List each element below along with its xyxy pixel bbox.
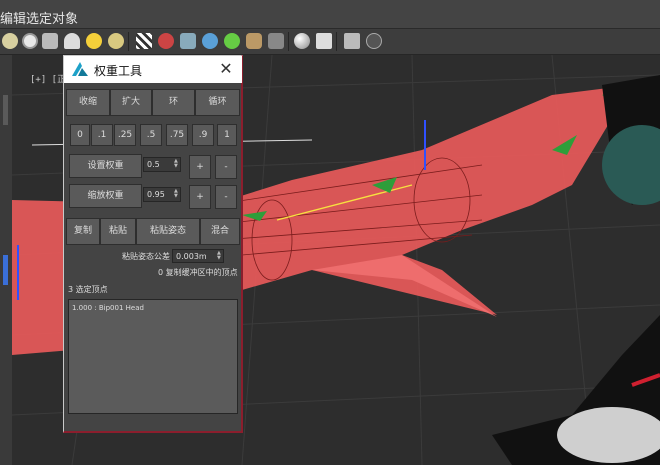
- paste-pose-button[interactable]: 粘贴姿态: [136, 218, 200, 245]
- copy-buffer-status: 0 复制缓冲区中的顶点: [158, 268, 238, 277]
- spinner-arrows-icon[interactable]: ▲ ▼: [217, 251, 222, 261]
- paste-tolerance-label: 粘贴姿态公差: [122, 252, 170, 261]
- scale-weight-spinner[interactable]: 0.95 ▲ ▼: [143, 187, 181, 202]
- cloud-icon[interactable]: [42, 33, 58, 49]
- scale-weight-button[interactable]: 缩放权重: [69, 184, 142, 208]
- left-command-strip: [0, 55, 12, 465]
- close-icon[interactable]: ✕: [216, 58, 236, 80]
- set-weight-button[interactable]: 设置权重: [69, 154, 142, 178]
- sun-icon[interactable]: [86, 33, 102, 49]
- main-toolbar: [0, 29, 660, 55]
- render-icon[interactable]: [180, 33, 196, 49]
- set-weight-plus-button[interactable]: +: [189, 155, 211, 179]
- strip-marker: [3, 255, 8, 285]
- teapot-icon[interactable]: [2, 33, 18, 49]
- app-logo-icon: [72, 62, 88, 76]
- help-icon[interactable]: [366, 33, 382, 49]
- grow-button[interactable]: 扩大: [110, 89, 152, 116]
- ring-button[interactable]: 环: [152, 89, 195, 116]
- checker-icon[interactable]: [136, 33, 152, 49]
- scale-weight-value: 0.95: [147, 190, 165, 199]
- sphere-icon[interactable]: [22, 33, 38, 49]
- toolbar-separator: [288, 32, 289, 51]
- cone-icon[interactable]: [64, 33, 80, 49]
- toolbar-separator: [128, 32, 129, 51]
- gear-icon[interactable]: [202, 33, 218, 49]
- set-weight-value: 0.5: [147, 160, 160, 169]
- shrink-button[interactable]: 收缩: [66, 89, 110, 116]
- set-weight-spinner[interactable]: 0.5 ▲ ▼: [143, 157, 181, 172]
- set-weight-minus-button[interactable]: -: [215, 155, 237, 179]
- menu-title[interactable]: 编辑选定对象: [0, 8, 78, 27]
- hair-icon[interactable]: [246, 33, 262, 49]
- spinner-arrows-icon[interactable]: ▲ ▼: [174, 189, 179, 199]
- light-icon[interactable]: [108, 33, 124, 49]
- selected-vertices-count: 3 选定顶点: [68, 285, 108, 294]
- plant-icon[interactable]: [224, 33, 240, 49]
- preset-0-button[interactable]: 0: [70, 124, 90, 146]
- preset-01-button[interactable]: .1: [91, 124, 113, 146]
- layers-icon[interactable]: [344, 33, 360, 49]
- loop-button[interactable]: 循环: [195, 89, 240, 116]
- paint-icon[interactable]: [158, 33, 174, 49]
- dialog-title: 权重工具: [94, 64, 143, 78]
- spinner-arrows-icon[interactable]: ▲ ▼: [174, 159, 179, 169]
- grid-icon[interactable]: [268, 33, 284, 49]
- copy-button[interactable]: 复制: [66, 218, 100, 245]
- weight-tool-dialog: 权重工具 ✕ 收缩 扩大 环 循环 0 .1 .25 .5 .75 .9 1 设…: [63, 55, 243, 433]
- strip-marker: [3, 95, 8, 125]
- material-sphere-icon[interactable]: [294, 33, 310, 49]
- scale-weight-minus-button[interactable]: -: [215, 185, 237, 209]
- paste-button[interactable]: 粘贴: [100, 218, 136, 245]
- menubar: 编辑选定对象: [0, 0, 660, 29]
- paste-tolerance-spinner[interactable]: 0.003m ▲ ▼: [172, 249, 224, 263]
- preset-025-button[interactable]: .25: [114, 124, 136, 146]
- dialog-titlebar[interactable]: 权重工具 ✕: [64, 56, 242, 83]
- preset-05-button[interactable]: .5: [140, 124, 162, 146]
- preset-1-button[interactable]: 1: [217, 124, 237, 146]
- list-icon[interactable]: [316, 33, 332, 49]
- preset-075-button[interactable]: .75: [166, 124, 188, 146]
- list-item[interactable]: 1.000 : Bip001 Head: [72, 304, 144, 312]
- preset-09-button[interactable]: .9: [192, 124, 214, 146]
- blend-button[interactable]: 混合: [200, 218, 240, 245]
- paste-tolerance-value: 0.003m: [176, 252, 207, 261]
- toolbar-separator: [336, 32, 337, 51]
- scale-weight-plus-button[interactable]: +: [189, 185, 211, 209]
- weight-list[interactable]: 1.000 : Bip001 Head: [68, 299, 238, 414]
